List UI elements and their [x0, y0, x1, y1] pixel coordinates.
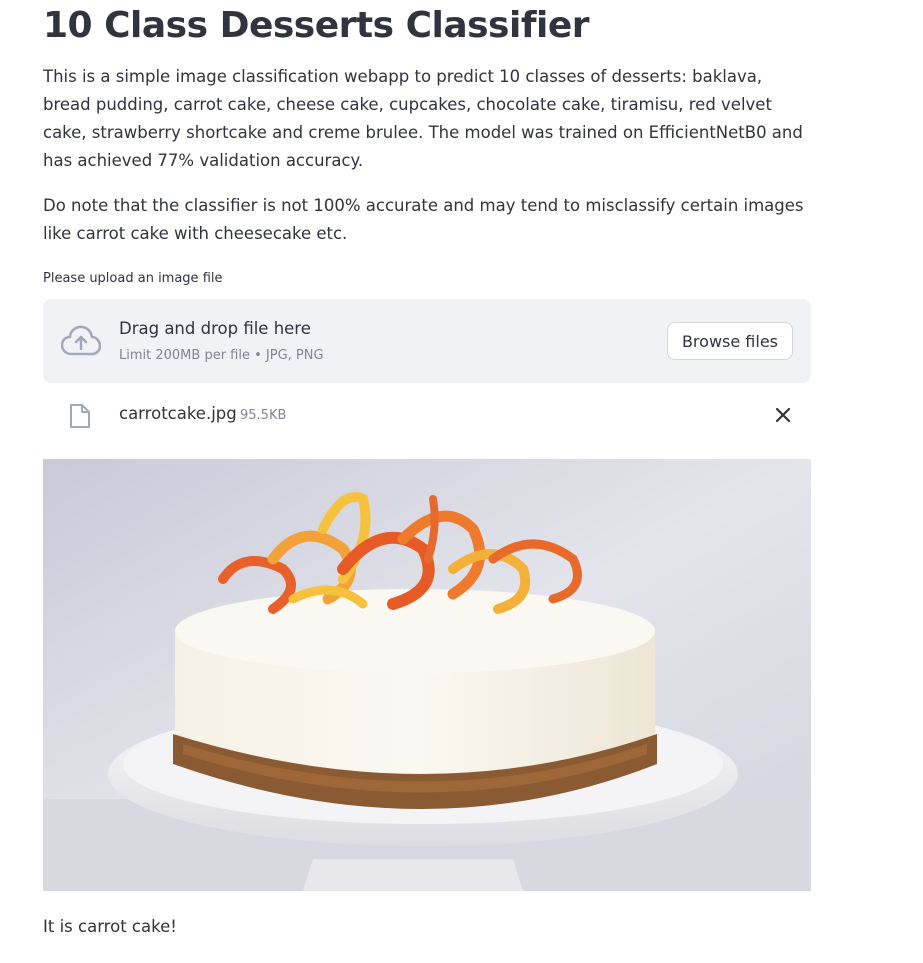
uploaded-file-row: carrotcake.jpg 95.5KB — [43, 398, 811, 434]
cloud-upload-icon — [61, 325, 101, 356]
prediction-result: It is carrot cake! — [43, 917, 177, 936]
note-paragraph: Do note that the classifier is not 100% … — [43, 196, 804, 243]
file-icon — [70, 404, 90, 428]
close-icon[interactable] — [772, 404, 794, 426]
file-dropzone[interactable]: Drag and drop file here Limit 200MB per … — [43, 299, 811, 383]
file-size: 95.5KB — [240, 408, 287, 423]
dropzone-limit: Limit 200MB per file • JPG, PNG — [119, 348, 324, 363]
uploaded-image — [43, 459, 811, 891]
carrot-cake-photo — [43, 459, 811, 891]
page-title: 10 Class Desserts Classifier — [43, 5, 590, 46]
dropzone-title: Drag and drop file here — [119, 319, 311, 338]
intro-paragraph: This is a simple image classification we… — [43, 67, 803, 170]
browse-files-button[interactable]: Browse files — [666, 322, 793, 360]
upload-label: Please upload an image file — [43, 271, 223, 286]
file-name: carrotcake.jpg — [119, 404, 237, 423]
